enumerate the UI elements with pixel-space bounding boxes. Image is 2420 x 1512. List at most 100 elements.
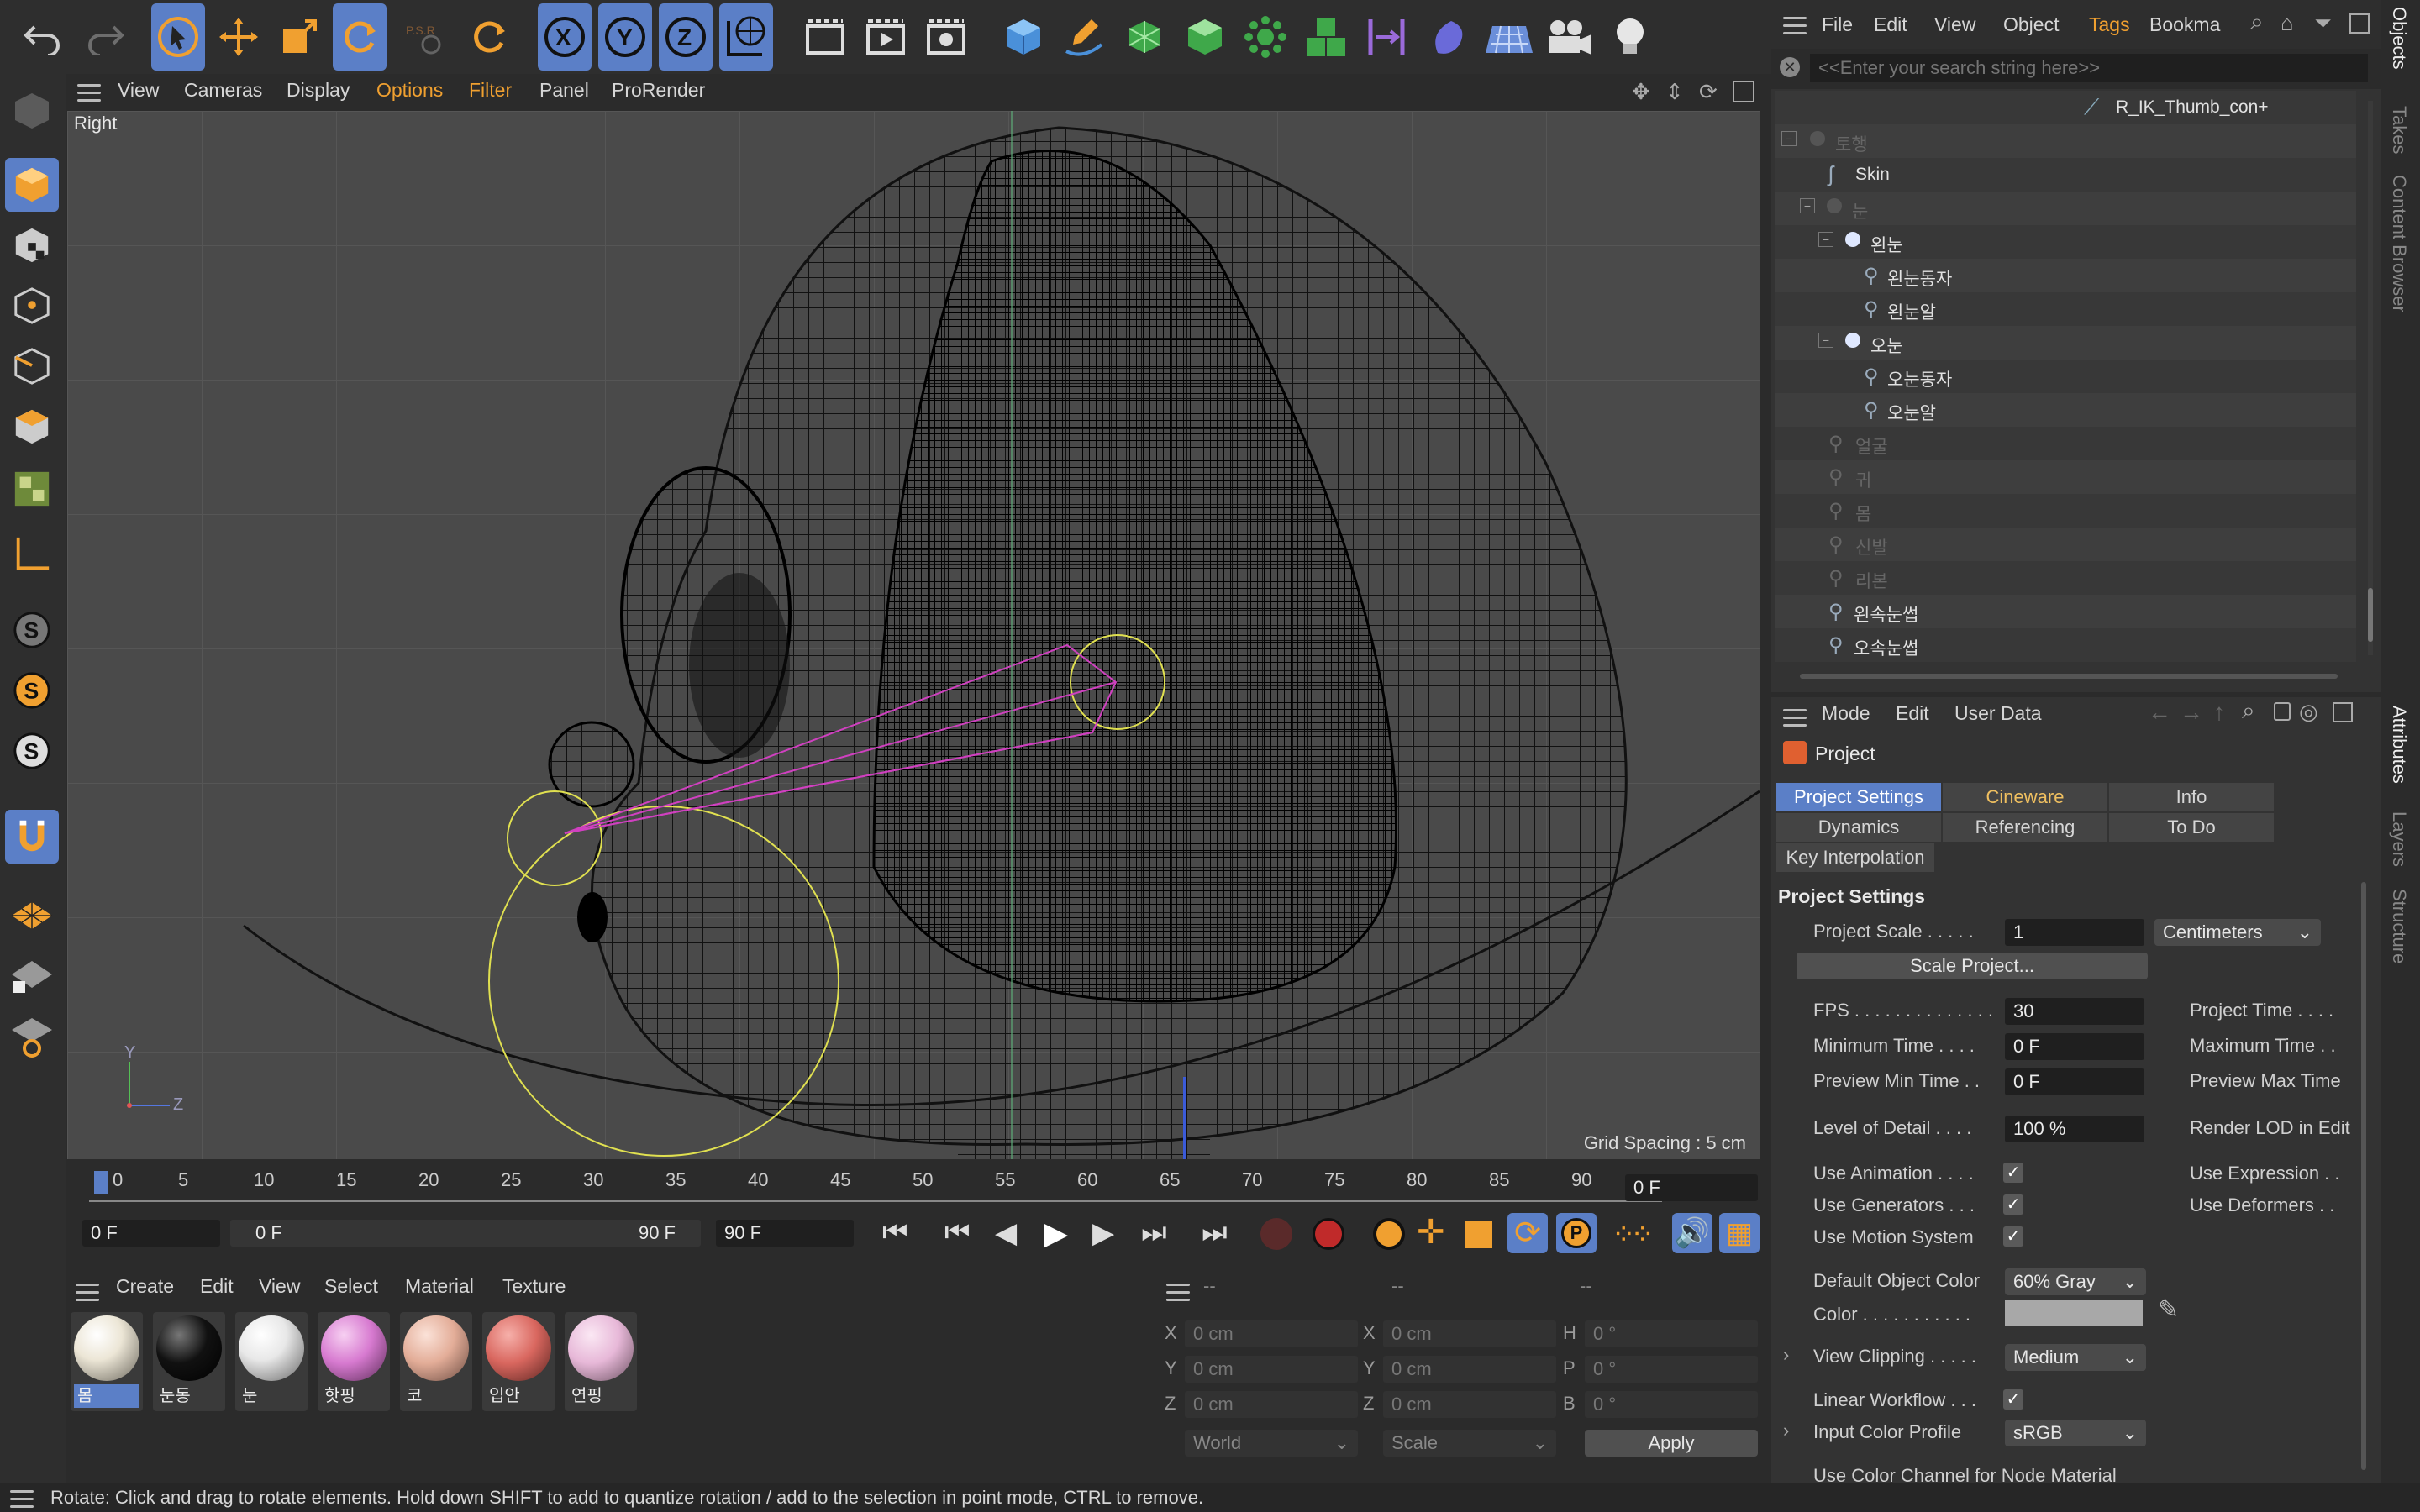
coord-size-z[interactable]: 0 cm xyxy=(1383,1391,1556,1418)
x-axis-icon[interactable]: X xyxy=(538,3,592,71)
scale-project-button[interactable]: Scale Project... xyxy=(1797,953,2148,979)
viewport-menu-display[interactable]: Display xyxy=(287,79,350,102)
pan-view-icon[interactable]: ✥ xyxy=(1632,79,1650,105)
snap-icon-3[interactable]: S xyxy=(5,724,59,778)
project-scale-field[interactable]: 1 xyxy=(2005,919,2144,946)
undo-icon[interactable] xyxy=(17,3,71,71)
attr-search-icon[interactable]: ⌕ xyxy=(2242,697,2255,725)
maximize-view-icon[interactable] xyxy=(1733,81,1754,102)
material-menu-view[interactable]: View xyxy=(259,1275,300,1298)
tab-content-browser[interactable]: Content Browser xyxy=(2388,175,2410,312)
tree-scrollbar[interactable] xyxy=(2368,101,2373,655)
tab-takes[interactable]: Takes xyxy=(2388,106,2410,154)
snap-icon-2[interactable]: S xyxy=(5,664,59,717)
tab-cineware[interactable]: Cineware xyxy=(1943,783,2107,811)
attributes-menu-icon[interactable] xyxy=(1783,709,1807,727)
redo-icon[interactable] xyxy=(77,3,131,71)
key-scale-icon[interactable] xyxy=(1465,1221,1492,1248)
material-menu-material[interactable]: Material xyxy=(405,1275,474,1298)
subdivision-icon[interactable] xyxy=(1118,3,1171,71)
y-axis-icon[interactable]: Y xyxy=(598,3,652,71)
tree-item-group[interactable]: − 눈 xyxy=(1775,192,2356,225)
tree-item-group[interactable]: − 왼눈 xyxy=(1775,225,2356,259)
tree-item-joint[interactable]: ⚲ 왼눈알 xyxy=(1775,292,2356,326)
search-input[interactable] xyxy=(1810,54,2368,82)
rotate-icon[interactable] xyxy=(333,3,387,71)
tree-item-joint[interactable]: ⚲ 오눈알 xyxy=(1775,393,2356,427)
deformer-icon[interactable] xyxy=(1360,3,1413,71)
orbit-view-icon[interactable]: ⟳ xyxy=(1699,79,1718,105)
status-menu-icon[interactable] xyxy=(10,1490,34,1508)
preview-min-field[interactable]: 0 F xyxy=(2005,1068,2144,1095)
coord-rotation-h[interactable]: 0 ° xyxy=(1585,1320,1758,1347)
material-menu-create[interactable]: Create xyxy=(116,1275,174,1298)
workplane-icon[interactable] xyxy=(5,889,59,942)
filter-icon[interactable]: ⏷ xyxy=(2314,10,2332,37)
cube-icon[interactable] xyxy=(997,3,1050,71)
key-selection-icon[interactable] xyxy=(1373,1218,1405,1250)
linear-workflow-checkbox[interactable]: ✓ xyxy=(2003,1389,2023,1410)
coord-world-dropdown[interactable]: World ⌄ xyxy=(1185,1430,1358,1457)
go-to-end-icon[interactable]: ⏭ xyxy=(1202,1216,1228,1249)
dolly-view-icon[interactable]: ⇕ xyxy=(1665,79,1684,105)
material-swatch[interactable]: 눈 xyxy=(235,1312,308,1411)
coord-rotation-b[interactable]: 0 ° xyxy=(1585,1391,1758,1418)
attr-menu-mode[interactable]: Mode xyxy=(1822,702,1870,725)
viewport-menu-prorender[interactable]: ProRender xyxy=(612,79,705,102)
tab-to-do[interactable]: To Do xyxy=(2109,813,2274,842)
tab-structure[interactable]: Structure xyxy=(2388,889,2410,963)
target-icon[interactable]: ◎ xyxy=(2299,699,2318,725)
field-icon[interactable] xyxy=(1420,3,1474,71)
planar-workplane-icon[interactable] xyxy=(5,1010,59,1063)
tree-item-group[interactable]: − 오눈 xyxy=(1775,326,2356,360)
render-to-picture-viewer-icon[interactable] xyxy=(859,3,913,71)
points-mode-icon[interactable] xyxy=(5,279,59,333)
material-menu-select[interactable]: Select xyxy=(324,1275,378,1298)
tree-item-joint[interactable]: ⚲ 오속눈썹 xyxy=(1775,628,2356,662)
viewport-menu-icon[interactable] xyxy=(77,84,101,102)
tree-item-hidden[interactable]: ⚲ 얼굴 xyxy=(1775,427,2356,460)
locked-workplane-icon[interactable] xyxy=(5,949,59,1003)
auto-key-icon[interactable] xyxy=(1313,1218,1344,1250)
coord-size-y[interactable]: 0 cm xyxy=(1383,1356,1556,1383)
new-panel-icon[interactable] xyxy=(2333,702,2353,722)
default-object-color-dropdown[interactable]: 60% Gray ⌄ xyxy=(2005,1268,2146,1295)
search-icon[interactable]: ⌕ xyxy=(2250,8,2264,36)
attr-menu-user-data[interactable]: User Data xyxy=(1954,702,2042,725)
viewport-menu-view[interactable]: View xyxy=(118,79,159,102)
forward-arrow-icon[interactable]: → xyxy=(2180,699,2203,726)
cloner-icon[interactable] xyxy=(1239,3,1292,71)
input-profile-expand-icon[interactable]: › xyxy=(1783,1420,1789,1441)
snap-icon-1[interactable]: S xyxy=(5,603,59,657)
coord-position-y[interactable]: 0 cm xyxy=(1185,1356,1358,1383)
tree-hscrollbar[interactable] xyxy=(1800,674,2338,679)
psr-icon[interactable]: P.S.R xyxy=(395,3,449,71)
scale-icon[interactable] xyxy=(272,3,326,71)
menu-edit[interactable]: Edit xyxy=(1874,13,1907,36)
timeline-film-icon[interactable]: ▦ xyxy=(1719,1213,1760,1253)
view-clipping-expand-icon[interactable]: › xyxy=(1783,1344,1789,1366)
input-color-profile-dropdown[interactable]: sRGB ⌄ xyxy=(2005,1420,2146,1446)
camera-icon[interactable] xyxy=(1543,3,1597,71)
go-to-start-icon[interactable]: ⏮ xyxy=(882,1216,908,1249)
tab-info[interactable]: Info xyxy=(2109,783,2274,811)
tree-item-hidden[interactable]: ⚲ 리본 xyxy=(1775,561,2356,595)
key-rotation-icon[interactable]: ⟳ xyxy=(1507,1213,1548,1253)
coord-scale-dropdown[interactable]: Scale ⌄ xyxy=(1383,1430,1556,1457)
home-icon[interactable]: ⌂ xyxy=(2281,10,2294,36)
color-swatch[interactable] xyxy=(2005,1300,2143,1326)
menu-object[interactable]: Object xyxy=(2003,13,2059,36)
lod-field[interactable]: 100 % xyxy=(2005,1116,2144,1142)
lock-icon[interactable] xyxy=(2274,702,2291,721)
record-icon[interactable] xyxy=(1260,1218,1292,1250)
coord-rotation-p[interactable]: 0 ° xyxy=(1585,1356,1758,1383)
menu-view[interactable]: View xyxy=(1934,13,1975,36)
extrude-icon[interactable] xyxy=(1178,3,1232,71)
polygons-mode-icon[interactable] xyxy=(5,400,59,454)
key-pla-icon[interactable]: ⁘⁘ xyxy=(1612,1218,1655,1252)
tab-project-settings[interactable]: Project Settings xyxy=(1776,783,1941,811)
viewport-menu-options[interactable]: Options xyxy=(376,79,443,102)
viewport-canvas[interactable]: Right Grid Spacing : 5 cm Y Z xyxy=(67,111,1760,1159)
menu-tags[interactable]: Tags xyxy=(2089,13,2130,36)
play-icon[interactable]: ▶ xyxy=(1044,1215,1068,1252)
